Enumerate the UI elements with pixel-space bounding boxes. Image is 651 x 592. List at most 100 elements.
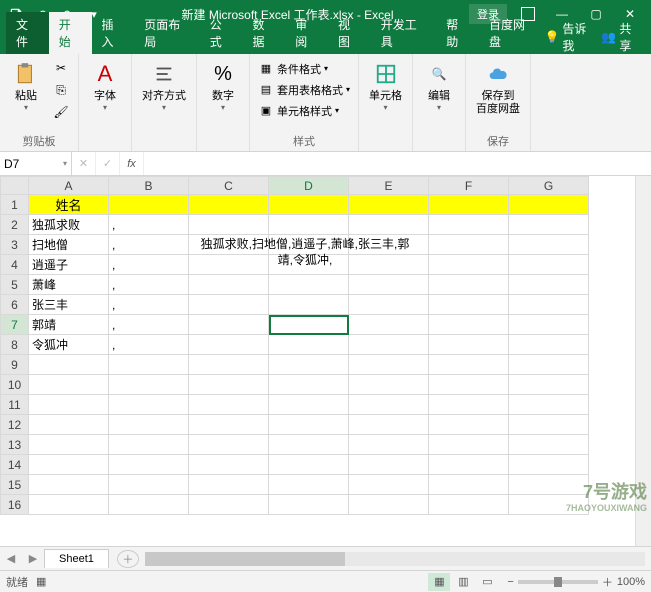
tab-developer[interactable]: 开发工具 [371,12,436,54]
cell-B14[interactable] [109,455,189,475]
cell-B12[interactable] [109,415,189,435]
cell-D3[interactable] [269,235,349,255]
cell-D7[interactable] [269,315,349,335]
cell-C7[interactable] [189,315,269,335]
row-header-9[interactable]: 9 [1,355,29,375]
cell-E2[interactable] [349,215,429,235]
cell-F8[interactable] [429,335,509,355]
cell-B4[interactable]: , [109,255,189,275]
cell-C13[interactable] [189,435,269,455]
col-header-E[interactable]: E [349,177,429,195]
save-baidu-button[interactable]: 保存到 百度网盘 [472,58,524,118]
cell-C2[interactable] [189,215,269,235]
name-box[interactable]: D7▾ [0,152,72,175]
cell-G10[interactable] [509,375,589,395]
cancel-formula-icon[interactable]: ✕ [72,152,96,175]
cell-A2[interactable]: 独孤求败 [29,215,109,235]
row-header-16[interactable]: 16 [1,495,29,515]
cell-E6[interactable] [349,295,429,315]
row-header-2[interactable]: 2 [1,215,29,235]
cell-F12[interactable] [429,415,509,435]
cell-G16[interactable] [509,495,589,515]
cell-E5[interactable] [349,275,429,295]
cell-B5[interactable]: , [109,275,189,295]
cell-A3[interactable]: 扫地僧 [29,235,109,255]
cell-B10[interactable] [109,375,189,395]
cell-A9[interactable] [29,355,109,375]
cell-A6[interactable]: 张三丰 [29,295,109,315]
cell-A16[interactable] [29,495,109,515]
tab-view[interactable]: 视图 [328,12,371,54]
cell-G11[interactable] [509,395,589,415]
add-sheet-button[interactable]: ＋ [117,550,139,568]
cell-E3[interactable] [349,235,429,255]
cell-F11[interactable] [429,395,509,415]
cell-G2[interactable] [509,215,589,235]
view-pagebreak-button[interactable]: ▭ [476,573,498,591]
cell-B8[interactable]: , [109,335,189,355]
cell-G14[interactable] [509,455,589,475]
row-header-4[interactable]: 4 [1,255,29,275]
cell-D15[interactable] [269,475,349,495]
row-header-6[interactable]: 6 [1,295,29,315]
row-header-10[interactable]: 10 [1,375,29,395]
cell-D6[interactable] [269,295,349,315]
tab-help[interactable]: 帮助 [436,12,479,54]
cell-C4[interactable] [189,255,269,275]
cell-D14[interactable] [269,455,349,475]
cell-C8[interactable] [189,335,269,355]
cell-E7[interactable] [349,315,429,335]
cell-style-button[interactable]: ▣单元格样式 ▾ [256,100,352,121]
tab-review[interactable]: 审阅 [285,12,328,54]
col-header-B[interactable]: B [109,177,189,195]
horizontal-scrollbar[interactable] [145,552,645,566]
row-header-3[interactable]: 3 [1,235,29,255]
cell-D11[interactable] [269,395,349,415]
cell-A5[interactable]: 萧峰 [29,275,109,295]
cell-A12[interactable] [29,415,109,435]
cell-D9[interactable] [269,355,349,375]
cell-B6[interactable]: , [109,295,189,315]
enter-formula-icon[interactable]: ✓ [96,152,120,175]
cell-G5[interactable] [509,275,589,295]
col-header-C[interactable]: C [189,177,269,195]
cell-F14[interactable] [429,455,509,475]
formula-input[interactable] [144,152,651,175]
cell-C3[interactable] [189,235,269,255]
tab-data[interactable]: 数据 [242,12,285,54]
format-painter-button[interactable]: 🖌 [50,102,72,122]
number-button[interactable]: % 数字▾ [203,58,243,114]
cell-F2[interactable] [429,215,509,235]
cell-B9[interactable] [109,355,189,375]
vertical-scrollbar[interactable] [635,176,651,546]
cell-B2[interactable]: , [109,215,189,235]
cell-G13[interactable] [509,435,589,455]
cell-D5[interactable] [269,275,349,295]
tab-formulas[interactable]: 公式 [200,12,243,54]
cell-G15[interactable] [509,475,589,495]
cell-A13[interactable] [29,435,109,455]
col-header-A[interactable]: A [29,177,109,195]
cells-button[interactable]: 单元格▾ [365,58,406,114]
cell-C14[interactable] [189,455,269,475]
cell-B13[interactable] [109,435,189,455]
cell-B1[interactable] [109,195,189,215]
table-format-button[interactable]: ▤套用表格格式 ▾ [256,79,352,100]
cell-E13[interactable] [349,435,429,455]
tab-file[interactable]: 文件 [6,12,49,54]
cell-E1[interactable] [349,195,429,215]
cell-C12[interactable] [189,415,269,435]
cell-A10[interactable] [29,375,109,395]
cell-G7[interactable] [509,315,589,335]
cell-D12[interactable] [269,415,349,435]
cell-G3[interactable] [509,235,589,255]
cell-D4[interactable] [269,255,349,275]
row-header-15[interactable]: 15 [1,475,29,495]
tab-home[interactable]: 开始 [49,12,92,54]
cell-E8[interactable] [349,335,429,355]
col-header-D[interactable]: D [269,177,349,195]
cell-F4[interactable] [429,255,509,275]
grid-table[interactable]: ABCDEFG1姓名2独孤求败,3扫地僧,4逍遥子,5萧峰,6张三丰,7郭靖,8… [0,176,589,515]
row-header-8[interactable]: 8 [1,335,29,355]
cell-B11[interactable] [109,395,189,415]
